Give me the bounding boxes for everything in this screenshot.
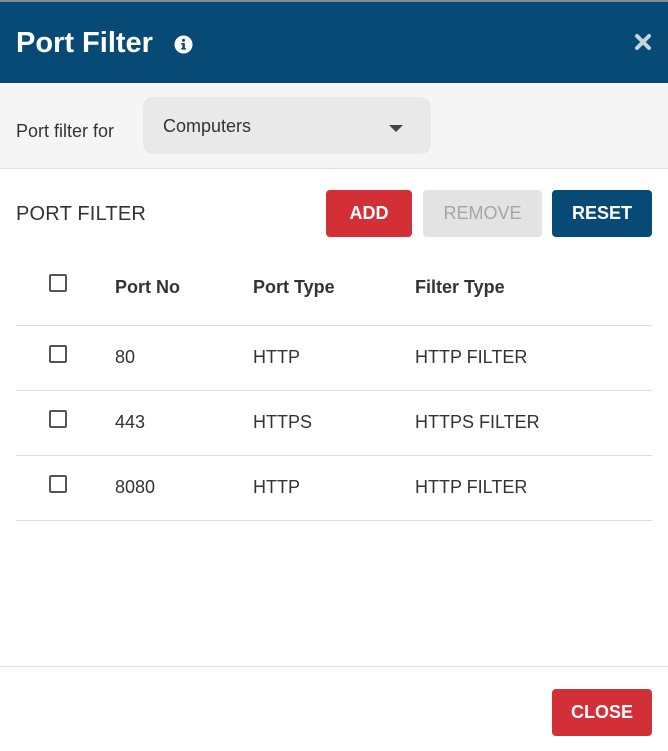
dialog-title: Port Filter — [16, 27, 153, 59]
info-circle-icon[interactable] — [174, 35, 193, 54]
table-header-row: Port No Port Type Filter Type — [16, 248, 652, 326]
caret-down-icon — [389, 125, 403, 132]
add-button[interactable]: ADD — [326, 190, 412, 237]
cell-port-no: 80 — [115, 347, 136, 367]
cell-port-type: HTTPS — [253, 412, 313, 432]
table-row[interactable]: 80 HTTP HTTP FILTER — [16, 326, 652, 391]
row-checkbox[interactable] — [49, 345, 67, 363]
select-all-checkbox[interactable] — [49, 274, 67, 292]
cell-filter-type: HTTP FILTER — [415, 347, 528, 367]
cell-filter-type: HTTPS FILTER — [415, 412, 540, 432]
section-title: PORT FILTER — [16, 203, 147, 225]
cell-filter-type: HTTP FILTER — [415, 477, 528, 497]
row-checkbox[interactable] — [49, 475, 67, 493]
remove-button[interactable]: REMOVE — [423, 190, 542, 237]
cell-port-no: 443 — [115, 412, 146, 432]
column-header-port-no: Port No — [115, 277, 180, 297]
cell-port-no: 8080 — [115, 477, 156, 497]
cell-port-type: HTTP — [253, 477, 300, 497]
filter-for-select[interactable]: Computers — [143, 97, 431, 154]
row-checkbox[interactable] — [49, 410, 67, 428]
close-button[interactable]: CLOSE — [552, 689, 652, 736]
filter-for-label: Port filter for — [16, 121, 115, 141]
column-header-filter-type: Filter Type — [415, 277, 505, 297]
table-row[interactable]: 8080 HTTP HTTP FILTER — [16, 456, 652, 521]
footer-divider — [0, 666, 668, 667]
port-filter-dialog: Port Filter Port filter for Computers PO… — [0, 0, 668, 751]
cell-port-type: HTTP — [253, 347, 300, 367]
port-filter-table: Port No Port Type Filter Type 80 HTTP HT… — [16, 248, 652, 521]
reset-button[interactable]: RESET — [552, 190, 652, 237]
dialog-header: Port Filter — [0, 0, 668, 83]
table-row[interactable]: 443 HTTPS HTTPS FILTER — [16, 391, 652, 456]
close-x-icon[interactable] — [633, 32, 653, 52]
filter-for-selected-value: Computers — [163, 116, 252, 136]
filter-for-bar: Port filter for Computers — [0, 83, 668, 169]
column-header-port-type: Port Type — [253, 277, 335, 297]
